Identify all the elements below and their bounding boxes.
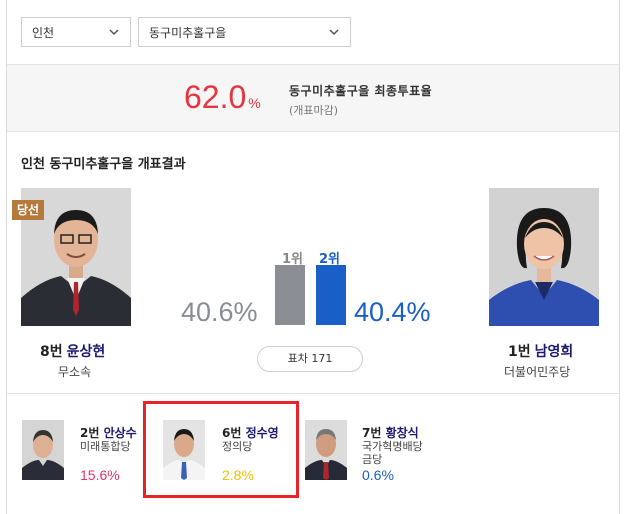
- candidate-percent-2: 15.6%: [80, 467, 120, 483]
- region-select[interactable]: 인천: [21, 17, 131, 47]
- turnout-banner: 62.0% 동구미추홀구을 최종투표율 (개표마감): [7, 64, 619, 132]
- highlight-box: [143, 401, 299, 498]
- section-title: 인천 동구미추홀구을 개표결과: [21, 157, 186, 172]
- turnout-status: (개표마감): [289, 104, 339, 117]
- candidate-party-7: 국가혁명배당금당: [362, 440, 423, 466]
- candidate-photo-runner-up: [489, 188, 599, 326]
- district-select-value: 동구미추홀구을: [149, 25, 227, 40]
- vote-percent-runner-up: 40.4%: [354, 297, 431, 327]
- candidate-name-leading: 8번 윤상현: [40, 344, 106, 360]
- district-select[interactable]: 동구미추홀구을: [138, 17, 351, 47]
- candidate-name-7: 7번 황창식: [362, 426, 419, 440]
- chevron-down-icon: [329, 29, 339, 36]
- chevron-down-icon: [109, 29, 119, 36]
- winner-badge: 당선: [12, 200, 44, 220]
- candidate-party-runner-up: 더불어민주당: [504, 365, 571, 379]
- candidate-party-leading: 무소속: [58, 365, 92, 379]
- vote-margin-pill: 표차 171: [257, 346, 363, 372]
- candidate-party-2: 미래통합당: [80, 440, 131, 453]
- candidate-name-runner-up: 1번 남영희: [508, 344, 574, 360]
- candidate-percent-7: 0.6%: [362, 467, 394, 483]
- vote-percent-leading: 40.6%: [181, 297, 258, 327]
- candidate-photo-2: [22, 420, 64, 480]
- turnout-label: 동구미추홀구을 최종투표율: [289, 84, 433, 98]
- vote-bar-leading: [275, 265, 305, 325]
- candidate-photo-7: [305, 420, 347, 480]
- turnout-value: 62.0%: [184, 79, 261, 115]
- divider: [7, 393, 619, 394]
- vote-bar-runner-up: [316, 265, 346, 325]
- candidate-name-2: 2번 안상수: [80, 426, 137, 440]
- region-select-value: 인천: [32, 25, 55, 40]
